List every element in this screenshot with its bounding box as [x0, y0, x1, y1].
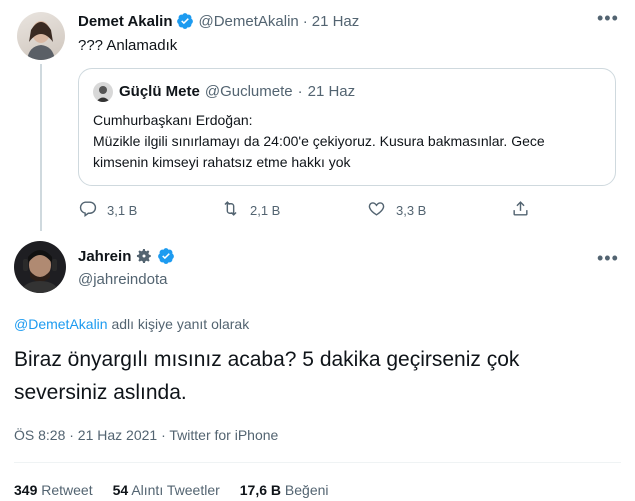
quoted-text-line-2: Müzikle ilgili sınırlamayı da 24:00'e çe…: [93, 133, 545, 149]
like-stat-count: 17,6 B: [239, 482, 282, 498]
quoted-tweet-card[interactable]: Güçlü Mete @Guclumete · 21 Haz Cumhurbaş…: [78, 68, 616, 186]
tweet1-handle[interactable]: @DemetAkalin: [198, 13, 298, 30]
like-button[interactable]: 3,3 B: [367, 199, 426, 221]
thread-connector-line: [40, 64, 42, 231]
retweet-stat[interactable]: 349 Retweet: [14, 482, 93, 498]
tweet1-header: Demet Akalin @DemetAkalin · 21 Haz: [78, 11, 359, 31]
tweet2-more-icon[interactable]: •••: [597, 248, 619, 269]
avatar-demet-image: [27, 21, 55, 60]
retweet-count: 2,1 B: [250, 202, 281, 218]
share-icon: [511, 199, 530, 221]
reply-icon: [78, 199, 97, 221]
retweet-button[interactable]: 2,1 B: [221, 199, 280, 221]
tweet1-separator: ·: [302, 12, 308, 30]
stats-bar: 349 Retweet 54 Alıntı Tweetler 17,6 B Be…: [14, 482, 329, 498]
avatar-jahrein[interactable]: [14, 241, 66, 293]
quote-stat-label: Alıntı Tweetler: [131, 482, 220, 498]
tweet1-timestamp[interactable]: 21 Haz: [312, 13, 360, 30]
tweet2-meta[interactable]: ÖS 8:28 · 21 Haz 2021 · Twitter for iPho…: [14, 427, 278, 443]
quoted-text-line-3: kimsenin kimseyi rahatsız etme hakkı yok: [93, 154, 351, 170]
retweet-stat-count: 349: [14, 482, 38, 498]
tweet2-header: Jahrein: [78, 247, 175, 265]
tweet2-text-line-1: Biraz önyargılı mısınız acaba? 5 dakika …: [14, 348, 520, 371]
reply-to-suffix: adlı kişiye yanıt olarak: [111, 316, 250, 332]
reply-count: 3,1 B: [107, 202, 138, 218]
retweet-stat-label: Retweet: [41, 482, 93, 498]
reply-to-handle-link[interactable]: @DemetAkalin: [14, 316, 108, 332]
like-stat[interactable]: 17,6 B Beğeni: [240, 482, 329, 498]
tweet1-author-name[interactable]: Demet Akalin: [78, 13, 172, 30]
quoted-text-line-1: Cumhurbaşkanı Erdoğan:: [93, 112, 253, 128]
quoted-author-name: Güçlü Mete: [119, 83, 200, 100]
quoted-handle: @Guclumete: [204, 83, 293, 100]
verified-badge-icon: [157, 247, 175, 265]
like-stat-label: Beğeni: [284, 482, 329, 498]
quoted-separator: ·: [297, 83, 303, 100]
stats-divider-top: [14, 462, 621, 463]
tweet2-author-name[interactable]: Jahrein: [78, 248, 131, 265]
like-count: 3,3 B: [396, 202, 427, 218]
quoted-timestamp: 21 Haz: [307, 83, 356, 100]
tweet1-more-icon[interactable]: •••: [597, 8, 619, 29]
retweet-icon: [221, 199, 240, 221]
avatar-demet[interactable]: [17, 12, 65, 60]
avatar-jahrein-image: [20, 250, 60, 293]
like-icon: [367, 199, 386, 221]
tweet2-handle[interactable]: @jahreindota: [78, 271, 167, 288]
quote-stat-count: 54: [112, 482, 129, 498]
quoted-tweet-avatar: [93, 82, 113, 102]
settings-gear-icon: [135, 247, 153, 265]
verified-badge-icon: [176, 12, 194, 30]
reply-context: @DemetAkalin adlı kişiye yanıt olarak: [14, 316, 249, 332]
quoted-tweet-header: Güçlü Mete @Guclumete · 21 Haz: [119, 83, 355, 100]
tweet2-text-line-2: seversiniz aslında.: [14, 381, 187, 404]
share-button[interactable]: [511, 199, 530, 221]
reply-button[interactable]: 3,1 B: [78, 199, 137, 221]
tweet1-text: ??? Anlamadık: [78, 37, 178, 54]
quote-stat[interactable]: 54 Alıntı Tweetler: [113, 482, 220, 498]
